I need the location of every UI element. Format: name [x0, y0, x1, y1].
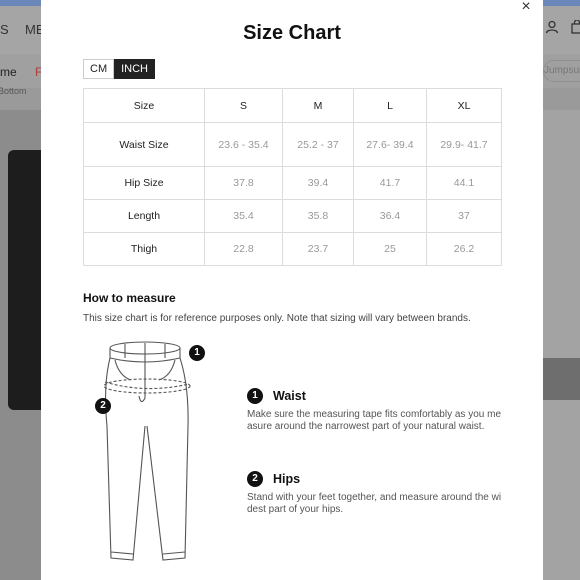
- bag-icon[interactable]: [571, 19, 580, 37]
- unit-toggle: CM INCH: [83, 59, 155, 79]
- hips-number-badge: 2: [247, 471, 263, 487]
- hips-label: Hips: [273, 472, 301, 486]
- table-row: Thigh 22.8 23.7 25 26.2: [83, 232, 502, 266]
- size-chart-modal: × Size Chart CM INCH Size S M L XL Waist…: [41, 0, 543, 580]
- row-label: Thigh: [83, 232, 205, 266]
- measure-item-hips: 2 Hips Stand with your feet together, an…: [247, 471, 502, 516]
- how-to-measure-note: This size chart is for reference purpose…: [83, 313, 471, 324]
- header-cell: M: [282, 88, 354, 123]
- modal-title: Size Chart: [243, 22, 341, 44]
- close-icon[interactable]: ×: [518, 0, 534, 16]
- marker-waist-badge: 1: [189, 345, 205, 361]
- table-header-row: Size S M L XL: [83, 88, 502, 123]
- table-cell: 25.2 - 37: [282, 122, 354, 167]
- unit-cm-button[interactable]: CM: [83, 59, 115, 79]
- search-input[interactable]: Jumpsuit: [543, 60, 580, 82]
- waist-instructions: Make sure the measuring tape fits comfor…: [247, 409, 502, 432]
- product-panel: [543, 110, 580, 580]
- table-cell: 35.4: [204, 199, 283, 233]
- header-cell: XL: [426, 88, 502, 123]
- table-cell: 23.7: [282, 232, 354, 266]
- table-cell: 39.4: [282, 166, 354, 200]
- table-row: Hip Size 37.8 39.4 41.7 44.1: [83, 166, 502, 200]
- row-label: Hip Size: [83, 166, 205, 200]
- table-row: Waist Size 23.6 - 35.4 25.2 - 37 27.6- 3…: [83, 122, 502, 167]
- hips-instructions: Stand with your feet together, and measu…: [247, 492, 502, 515]
- header-cell: S: [204, 88, 283, 123]
- table-cell: 41.7: [353, 166, 427, 200]
- size-table: Size S M L XL Waist Size 23.6 - 35.4 25.…: [83, 88, 502, 266]
- waist-label: Waist: [273, 389, 306, 403]
- marker-hips-badge: 2: [95, 398, 111, 414]
- user-icon[interactable]: [545, 20, 559, 37]
- table-cell: 37.8: [204, 166, 283, 200]
- header-cell: Size: [83, 88, 205, 123]
- add-to-cart-button[interactable]: [543, 358, 580, 400]
- table-cell: 23.6 - 35.4: [204, 122, 283, 167]
- header-cell: L: [353, 88, 427, 123]
- table-cell: 26.2: [426, 232, 502, 266]
- table-cell: 25: [353, 232, 427, 266]
- sub-nav-item-partial[interactable]: me: [0, 65, 17, 79]
- row-label: Waist Size: [83, 122, 205, 167]
- table-cell: 27.6- 39.4: [353, 122, 427, 167]
- table-cell: 22.8: [204, 232, 283, 266]
- measure-item-waist: 1 Waist Make sure the measuring tape fit…: [247, 388, 502, 433]
- row-label: Length: [83, 199, 205, 233]
- breadcrumb[interactable]: Bottom: [0, 86, 27, 96]
- product-image-garment: [8, 150, 42, 410]
- how-to-measure-title: How to measure: [83, 291, 176, 305]
- table-cell: 29.9- 41.7: [426, 122, 502, 167]
- nav-item-partial[interactable]: S: [0, 22, 9, 37]
- table-row: Length 35.4 35.8 36.4 37: [83, 199, 502, 233]
- table-cell: 35.8: [282, 199, 354, 233]
- table-cell: 44.1: [426, 166, 502, 200]
- unit-inch-button[interactable]: INCH: [114, 59, 155, 79]
- table-cell: 36.4: [353, 199, 427, 233]
- table-cell: 37: [426, 199, 502, 233]
- waist-number-badge: 1: [247, 388, 263, 404]
- pants-diagram-illustration: [103, 341, 191, 561]
